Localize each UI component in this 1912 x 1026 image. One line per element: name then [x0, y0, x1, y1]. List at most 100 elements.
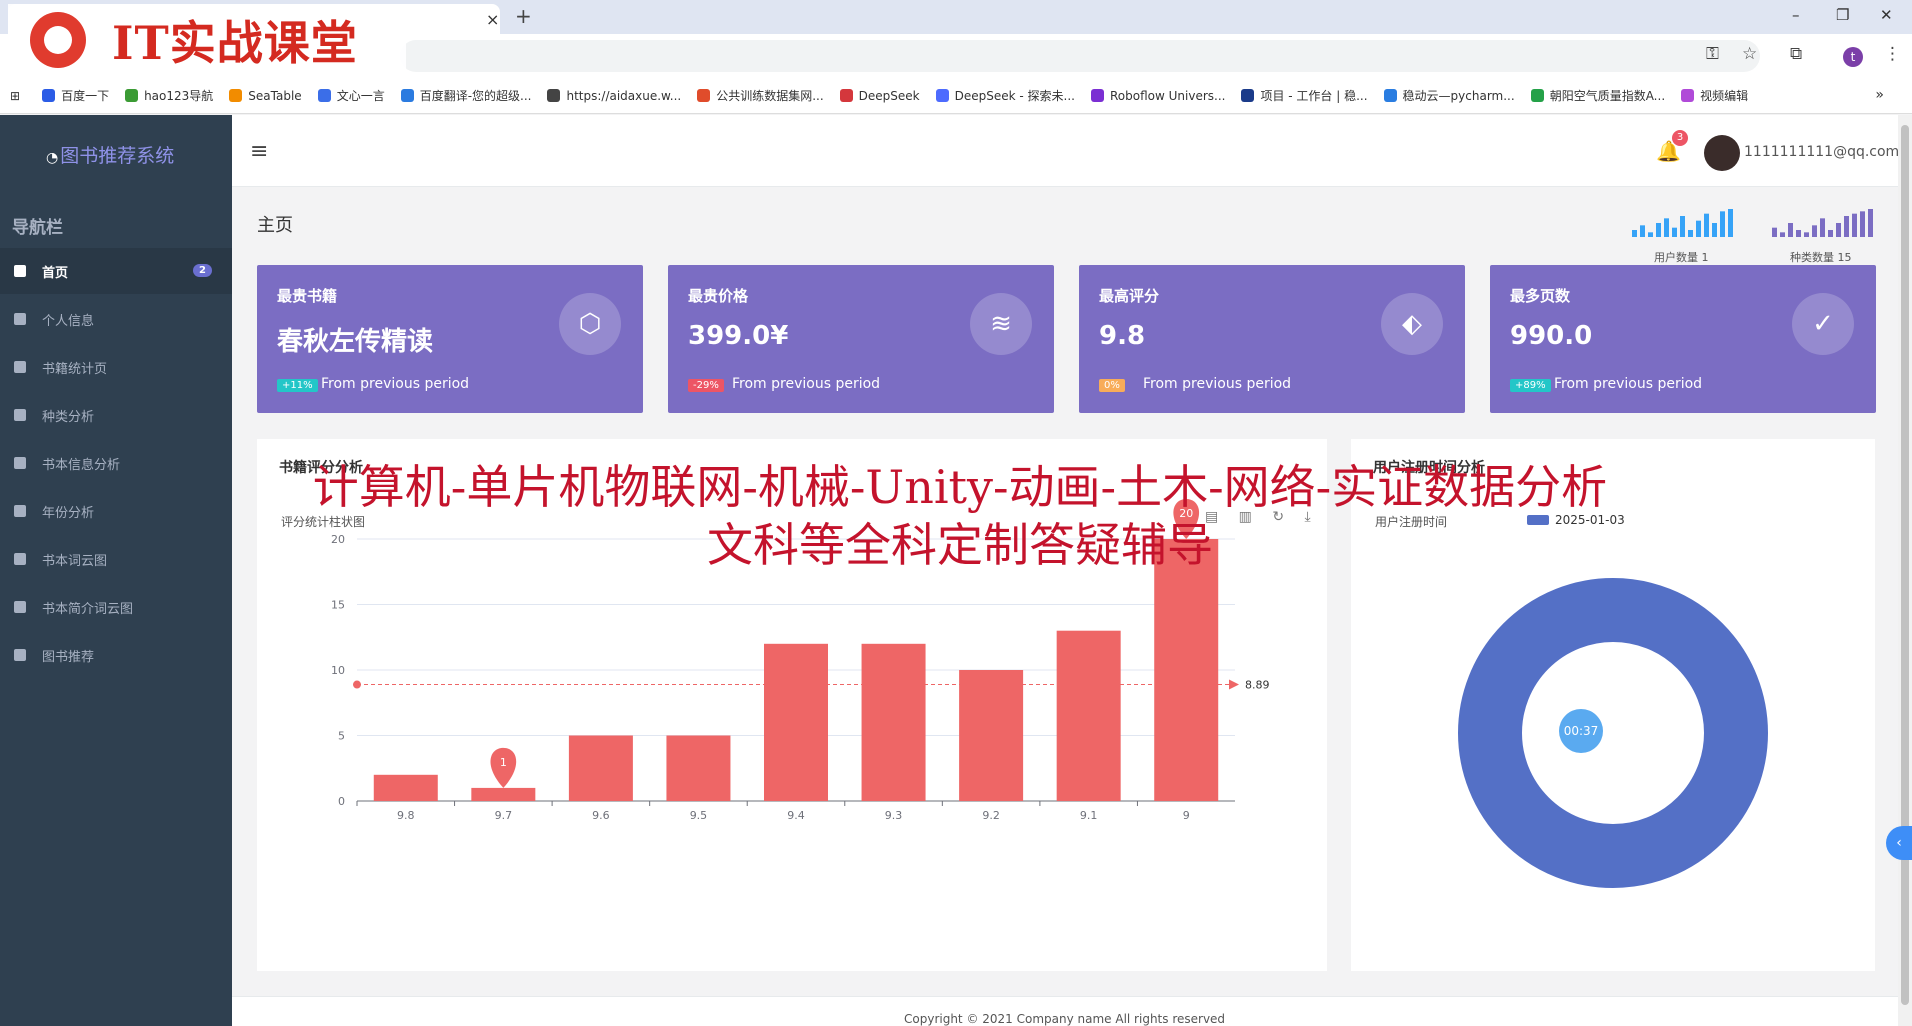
user-email[interactable]: 1111111111@qq.com	[1744, 144, 1899, 160]
stat-change-badge: +11%	[277, 379, 318, 392]
timer-label: 00:37	[1564, 724, 1599, 738]
sidebar-item[interactable]: 书本信息分析	[0, 440, 232, 486]
sidebar-item[interactable]: 书本简介词云图	[0, 584, 232, 630]
page-scrollbar[interactable]	[1898, 115, 1912, 1026]
window-close-icon[interactable]: ✕	[1880, 6, 1893, 24]
x-tick-label: 9.3	[885, 809, 903, 822]
logo-mark-icon	[30, 12, 86, 68]
mini-bar	[1696, 220, 1701, 237]
sidebar: ◔ 图书推荐系统 导航栏 首页 2 个人信息书籍统计页种类分析书本信息分析 年份分析书本…	[0, 115, 232, 1026]
sidebar-item[interactable]: 年份分析	[0, 488, 232, 534]
user-avatar[interactable]	[1704, 135, 1740, 171]
bookmark-item[interactable]: 视频编辑	[1681, 87, 1748, 104]
sidebar-item-label: 书本词云图	[42, 553, 108, 569]
bookmark-item[interactable]: SeaTable	[229, 89, 302, 103]
bookmark-label: 视频编辑	[1700, 89, 1749, 103]
extensions-icon[interactable]: ⧉	[1790, 44, 1802, 64]
bookmarks-more-icon[interactable]: »	[1875, 87, 1884, 103]
brand[interactable]: ◔ 图书推荐系统	[46, 141, 174, 168]
bookmark-item[interactable]: 朝阳空气质量指数A...	[1530, 87, 1665, 104]
bookmark-favicon-icon	[400, 89, 414, 102]
bookmark-favicon-icon	[935, 89, 949, 102]
mark-point-label: 1	[500, 756, 507, 769]
bookmark-label: DeepSeek	[858, 88, 920, 103]
key-icon[interactable]: ⚿	[1706, 44, 1719, 64]
x-tick-label: 9.1	[1080, 809, 1098, 822]
bookmark-item[interactable]: 文心一言	[317, 87, 385, 104]
mini-bar	[1844, 216, 1849, 237]
star-icon[interactable]: ☆	[1742, 44, 1757, 64]
bookmark-favicon-icon	[1530, 89, 1544, 102]
sidebar-item[interactable]: 种类分析	[0, 392, 232, 438]
sidebar-item[interactable]: 个人信息	[0, 296, 232, 342]
menu-toggle-icon[interactable]: ≡	[250, 139, 268, 164]
more-menu-icon[interactable]: ⋮	[1884, 44, 1901, 64]
bookmark-label: https://aidaxue.w...	[566, 88, 682, 103]
minimize-icon[interactable]: –	[1792, 6, 1800, 24]
sidebar-item[interactable]: 书本词云图	[0, 536, 232, 582]
sidebar-item[interactable]: 图书推荐	[0, 632, 232, 678]
stat-card: 最贵书籍 春秋左传精读 +11% From previous period ⬡	[257, 265, 643, 413]
bookmark-item[interactable]: DeepSeek	[839, 88, 920, 103]
y-tick-label: 15	[331, 599, 345, 612]
sidebar-item-label: 首页	[42, 265, 69, 281]
donut-slice	[1458, 578, 1768, 888]
scroll-thumb[interactable]	[1901, 125, 1909, 1005]
bookmark-favicon-icon	[229, 89, 243, 102]
nav-item-icon	[14, 265, 26, 277]
sidebar-item[interactable]: 首页 2	[0, 248, 232, 294]
bookmark-item[interactable]: 公共训练数据集网...	[697, 87, 824, 104]
sidebar-item-label: 图书推荐	[42, 649, 95, 665]
bookmark-favicon-icon	[317, 89, 331, 102]
footer: Copyright © 2021 Company name All rights…	[232, 996, 1898, 1026]
mini-bar	[1772, 227, 1777, 237]
mini-bar	[1820, 218, 1825, 237]
mini-bar	[1796, 230, 1801, 237]
side-collapse-icon[interactable]: ‹	[1886, 826, 1912, 860]
apps-icon[interactable]: ⊞	[10, 89, 20, 103]
mini-bar	[1648, 232, 1653, 237]
bookmark-item[interactable]: Roboflow Univers...	[1091, 89, 1225, 103]
stat-icon: ⬖	[1381, 293, 1443, 355]
register-analysis-panel: 用户注册时间分析 用户注册时间 2025-01-03 00:37	[1351, 439, 1875, 971]
nav-badge: 2	[193, 264, 212, 277]
mini-bar	[1728, 209, 1733, 237]
omnibox[interactable]	[400, 40, 1760, 72]
bookmark-label: Roboflow Univers...	[1110, 88, 1226, 103]
mini-bar	[1664, 218, 1669, 237]
bookmark-item[interactable]: DeepSeek - 探索未...	[935, 87, 1075, 104]
new-tab-button[interactable]: +	[515, 4, 532, 28]
mini-chart-users	[1632, 209, 1733, 237]
bookmark-item[interactable]: 百度一下	[42, 87, 109, 104]
mini-bar	[1656, 223, 1661, 237]
sidebar-item-label: 种类分析	[42, 409, 95, 425]
nav-item-icon	[14, 457, 26, 469]
stat-footnote: From previous period	[1143, 376, 1292, 392]
mini-bar	[1812, 225, 1817, 237]
sidebar-item-label: 书籍统计页	[42, 361, 108, 377]
restore-icon[interactable]: ❐	[1836, 6, 1849, 24]
bookmark-item[interactable]: 项目 - 工作台 | 稳...	[1241, 87, 1368, 104]
bookmark-label: 百度一下	[61, 89, 110, 103]
bookmark-label: 公共训练数据集网...	[716, 89, 824, 103]
y-tick-label: 5	[338, 730, 345, 743]
nav-heading: 导航栏	[12, 218, 63, 238]
tab-close-icon[interactable]: ×	[486, 10, 499, 29]
stat-value: 春秋左传精读	[277, 327, 434, 357]
stat-title: 最贵价格	[688, 287, 749, 305]
profile-avatar[interactable]: t	[1843, 47, 1863, 67]
bookmark-label: 文心一言	[336, 89, 385, 103]
stat-card: 最贵价格 399.0¥ -29% From previous period ≋	[668, 265, 1054, 413]
copyright-text: Copyright © 2021 Company name All rights…	[904, 1012, 1226, 1026]
bookmark-item[interactable]: https://aidaxue.w...	[547, 89, 681, 103]
nav-item-icon	[14, 409, 26, 421]
sidebar-item[interactable]: 书籍统计页	[0, 344, 232, 390]
bookmark-item[interactable]: 百度翻译-您的超级...	[400, 87, 531, 104]
bookmarks-bar: ⊞ 百度一下 hao123导航 SeaTable 文心一言 百度翻译-您的超级... ht…	[0, 78, 1912, 114]
bookmark-item[interactable]: hao123导航	[125, 87, 213, 104]
rating-bar-chart: 0 5 10 15 20 9.8 9.7 9.6 9.5 9.4 9.3 9.2 9.1 9 8.89 1 20	[331, 499, 1270, 822]
x-tick-label: 9	[1183, 809, 1190, 822]
bar	[1056, 630, 1121, 801]
bookmark-item[interactable]: 稳动云—pycharm...	[1383, 87, 1515, 104]
mini-bar	[1836, 223, 1841, 237]
